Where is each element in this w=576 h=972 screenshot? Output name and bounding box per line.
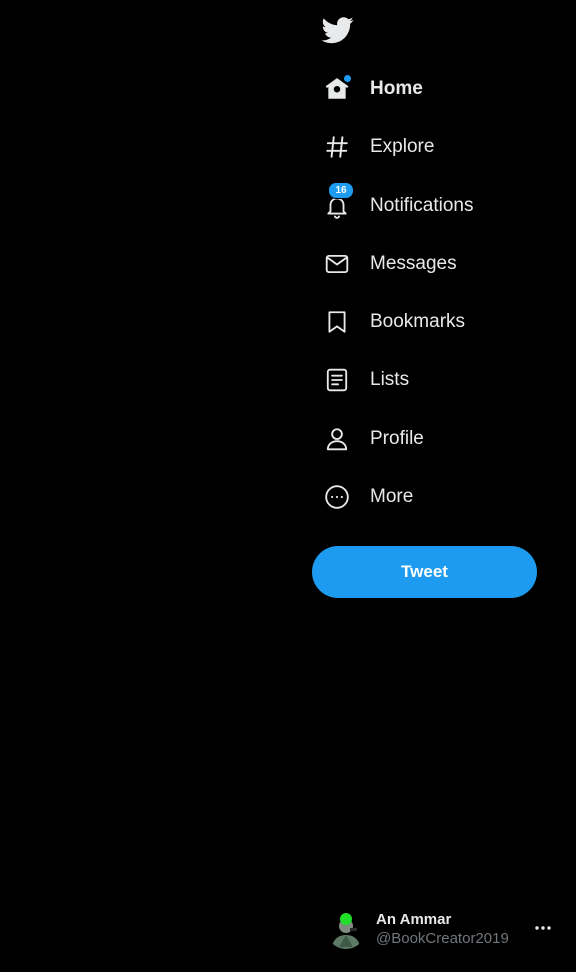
more-circle-icon	[322, 482, 352, 512]
account-name: An Ammar	[376, 911, 452, 928]
nav-item-home[interactable]: Home	[322, 67, 423, 111]
nav-label-more: More	[370, 486, 414, 507]
hashtag-icon	[322, 132, 352, 162]
nav-item-notifications[interactable]: 16 Notifications	[322, 182, 474, 228]
nav-item-lists[interactable]: Lists	[322, 358, 409, 402]
nav-label-bookmarks: Bookmarks	[370, 311, 466, 332]
nav-item-more[interactable]: More	[322, 475, 413, 519]
twitter-logo-icon[interactable]	[321, 14, 354, 46]
nav-label-explore: Explore	[370, 136, 435, 157]
nav-label-messages: Messages	[370, 253, 457, 274]
nav-label-home: Home	[370, 78, 423, 99]
account-text: An Ammar @BookCreator2019	[376, 911, 509, 947]
nav-label-notifications: Notifications	[370, 195, 474, 216]
nav-item-profile[interactable]: Profile	[322, 417, 424, 461]
nav-label-profile: Profile	[370, 428, 424, 449]
nav-item-messages[interactable]: Messages	[322, 242, 457, 286]
more-horizontal-icon[interactable]	[533, 920, 553, 936]
tweet-button[interactable]: Tweet	[312, 546, 537, 598]
account-switcher[interactable]: An Ammar @BookCreator2019	[326, 904, 562, 954]
account-handle: @BookCreator2019	[376, 930, 509, 947]
nav-label-lists: Lists	[370, 369, 410, 390]
avatar	[326, 909, 366, 949]
unread-dot	[344, 75, 351, 82]
nav-item-explore[interactable]: Explore	[322, 125, 434, 169]
list-icon	[322, 365, 352, 395]
nav-item-bookmarks[interactable]: Bookmarks	[322, 300, 465, 344]
person-icon	[322, 424, 352, 454]
envelope-icon	[322, 249, 352, 279]
bell-icon: 16	[322, 182, 354, 221]
sidebar: Home Explore 16 Notifications Messages B…	[0, 0, 576, 972]
bookmark-icon	[322, 307, 352, 337]
home-icon	[322, 74, 352, 104]
notifications-badge: 16	[328, 182, 354, 199]
